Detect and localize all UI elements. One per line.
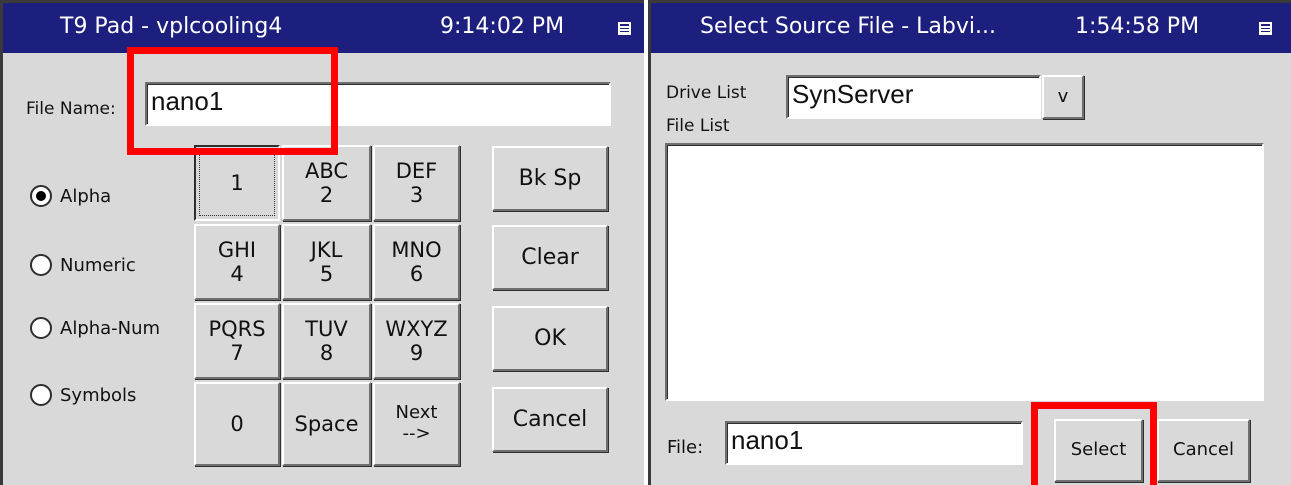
key-6-mno[interactable]: MNO 6 — [373, 224, 460, 300]
key-4-ghi[interactable]: GHI 4 — [194, 224, 280, 300]
mode-label: Alpha-Num — [60, 317, 161, 339]
key-8-tuv[interactable]: TUV 8 — [282, 303, 371, 379]
mode-label: Alpha — [60, 185, 112, 207]
window-menu-icon[interactable] — [616, 20, 633, 37]
window-title: T9 Pad - vplcooling4 — [60, 14, 283, 39]
drive-dropdown-button[interactable]: v — [1042, 75, 1084, 119]
select-source-titlebar: Select Source File - Labvi... 1:54:58 PM — [651, 3, 1291, 53]
t9-pad-titlebar: T9 Pad - vplcooling4 9:14:02 PM — [3, 3, 644, 53]
radio-unselected-icon — [30, 254, 52, 276]
ok-button[interactable]: OK — [492, 306, 608, 371]
file-list-label: File List — [666, 116, 730, 136]
radio-unselected-icon — [30, 317, 52, 339]
key-2-abc[interactable]: ABC 2 — [282, 145, 371, 221]
key-0[interactable]: 0 — [194, 382, 280, 466]
radio-unselected-icon — [30, 384, 52, 406]
window-menu-icon[interactable] — [1257, 20, 1274, 37]
clear-button[interactable]: Clear — [492, 225, 608, 290]
file-label: File: — [667, 437, 704, 458]
mode-label: Numeric — [60, 254, 136, 276]
file-list[interactable] — [665, 143, 1264, 401]
select-button[interactable]: Select — [1054, 419, 1143, 482]
key-7-pqrs[interactable]: PQRS 7 — [194, 303, 280, 379]
mode-alpha-radio[interactable]: Alpha — [30, 185, 111, 207]
cancel-button[interactable]: Cancel — [492, 387, 608, 452]
cancel-button[interactable]: Cancel — [1157, 419, 1250, 482]
window-title: Select Source File - Labvi... — [700, 14, 996, 39]
key-next[interactable]: Next --> — [373, 382, 460, 466]
select-source-file-window: Select Source File - Labvi... 1:54:58 PM… — [648, 0, 1291, 485]
radio-selected-icon — [30, 185, 52, 207]
mode-alpha-num-radio[interactable]: Alpha-Num — [30, 317, 160, 339]
key-3-def[interactable]: DEF 3 — [373, 145, 460, 221]
drive-select[interactable]: SynServer — [786, 75, 1041, 119]
mode-label: Symbols — [60, 384, 137, 406]
file-name-input[interactable]: nano1 — [145, 82, 611, 126]
clock-time: 9:14:02 PM — [440, 14, 565, 39]
file-input[interactable]: nano1 — [725, 421, 1023, 465]
mode-numeric-radio[interactable]: Numeric — [30, 254, 136, 276]
key-1[interactable]: 1 — [194, 145, 280, 221]
drive-list-label: Drive List — [666, 83, 747, 103]
key-9-wxyz[interactable]: WXYZ 9 — [373, 303, 460, 379]
clock-time: 1:54:58 PM — [1075, 14, 1200, 39]
file-name-label: File Name: — [26, 99, 116, 119]
key-space[interactable]: Space — [282, 382, 371, 466]
backspace-button[interactable]: Bk Sp — [492, 146, 608, 211]
t9-pad-window: T9 Pad - vplcooling4 9:14:02 PM File Nam… — [0, 0, 644, 485]
mode-symbols-radio[interactable]: Symbols — [30, 384, 136, 406]
key-5-jkl[interactable]: JKL 5 — [282, 224, 371, 300]
